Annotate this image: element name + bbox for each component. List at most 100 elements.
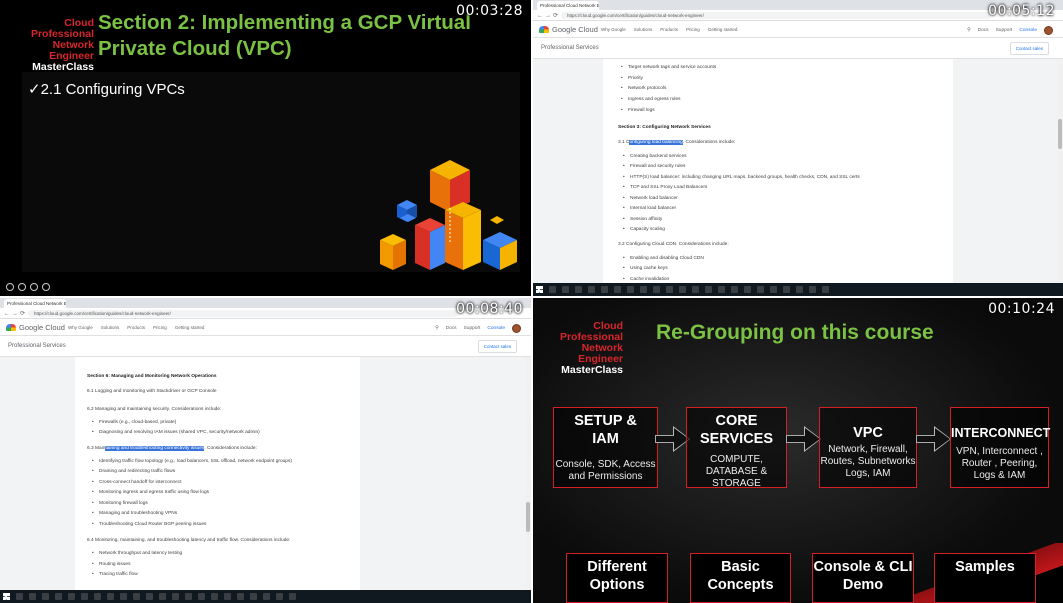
box-interconnect: INTERCONNECT VPN, Interconnect , Router … <box>950 407 1050 488</box>
nav-pricing[interactable]: Pricing <box>153 325 167 330</box>
box-heading: CORE SERVICES <box>699 413 774 447</box>
list-item: Monitoring ingress and egress traffic us… <box>92 490 209 495</box>
list-item: Cache invalidation <box>623 277 669 282</box>
list-item: Ingress and egress rules <box>621 97 680 102</box>
box-subtext: Console, SDK, Access and Permissions <box>555 459 656 482</box>
cloud-logo-icon <box>539 26 549 33</box>
nav-solutions[interactable]: Solutions <box>101 325 120 330</box>
contact-sales-button[interactable]: Contact sales <box>1009 42 1049 55</box>
slide-title: Re-Grouping on this course <box>656 321 934 344</box>
nav-arrows-icon[interactable]: ←→⟳ <box>4 310 27 317</box>
list-item: TCP and SSL Proxy Load Balancers <box>623 185 707 190</box>
browser-tab-bar: Professional Cloud Network Eng <box>0 298 531 308</box>
box-subtext: COMPUTE, DATABASE & STORAGE <box>705 454 768 489</box>
box-subtext: Network, Firewall, Routes, Subnetworks L… <box>820 444 916 479</box>
site-nav: Why Google Solutions Products Pricing Ge… <box>68 325 204 330</box>
scrollbar[interactable] <box>1057 59 1063 283</box>
section-label: Professional Services <box>8 343 66 349</box>
nav-products[interactable]: Products <box>660 27 678 32</box>
player-controls[interactable] <box>6 283 50 293</box>
browser-tab[interactable]: Professional Cloud Network Eng <box>537 1 599 10</box>
highlighted-line: 6.3 Maintaining and troubleshooting conn… <box>87 446 257 451</box>
brand-line-2: Network Engineer <box>49 39 94 62</box>
avatar[interactable] <box>512 324 521 333</box>
slide-title: Section 2: Implementing a GCP Virtual Pr… <box>98 11 471 60</box>
list-item: Diagnosing and resolving IAM issues (sha… <box>92 430 260 435</box>
list-item: Monitoring firewall logs <box>92 501 148 506</box>
docs-link[interactable]: Docs <box>978 28 989 33</box>
nav-arrows-icon[interactable]: ←→⟳ <box>537 12 560 19</box>
logo-text: Google Cloud <box>19 323 65 332</box>
nav-why-google[interactable]: Why Google <box>601 27 626 32</box>
list-item: Network throughput and latency testing <box>92 551 182 556</box>
nav-solutions[interactable]: Solutions <box>634 27 653 32</box>
video-timestamp: 00:10:24 <box>988 301 1055 317</box>
subsection-line: 6.2 Managing and maintaining security. C… <box>87 407 222 412</box>
browser-tab[interactable]: Professional Cloud Network Eng <box>4 299 66 308</box>
box-console-cli-demo: Console & CLI Demo <box>812 553 914 603</box>
contact-sales-button[interactable]: Contact sales <box>477 340 517 353</box>
subsection-line: 6.1 Logging and monitoring with Stackdri… <box>87 389 217 394</box>
nav-getting-started[interactable]: Getting started <box>708 27 738 32</box>
nav-why-google[interactable]: Why Google <box>68 325 93 330</box>
list-item: Network protocols <box>621 86 666 91</box>
list-item: Session affinity <box>623 217 662 222</box>
google-cloud-logo[interactable]: Google Cloud <box>539 25 598 34</box>
browser-panel-section3: 00:05:12 Professional Cloud Network Eng … <box>533 0 1063 296</box>
list-item: Routing issues <box>92 562 131 567</box>
nav-getting-started[interactable]: Getting started <box>175 325 205 330</box>
taskbar-icons <box>549 286 829 293</box>
avatar[interactable] <box>1044 26 1053 35</box>
site-nav: Why Google Solutions Products Pricing Ge… <box>601 27 737 32</box>
box-core-services: CORE SERVICES COMPUTE, DATABASE & STORAG… <box>686 407 787 489</box>
cloud-logo-icon <box>6 324 16 331</box>
console-link[interactable]: Console <box>1019 28 1037 33</box>
box-basic-concepts: Basic Concepts <box>690 553 791 603</box>
nav-pricing[interactable]: Pricing <box>686 27 700 32</box>
arrow-right-icon <box>786 426 821 452</box>
list-item: Firewall logs <box>621 108 655 113</box>
section-label: Professional Services <box>541 45 599 51</box>
subheader: Professional Services Contact sales <box>533 38 1063 59</box>
list-item: Using cache keys <box>623 266 668 271</box>
browser-tab-bar: Professional Cloud Network Eng <box>533 0 1063 10</box>
list-item: Firewall and security rules <box>623 164 686 169</box>
video-panel-section2: 00:03:28 Cloud Professional Network Engi… <box>0 0 531 296</box>
box-samples: Samples <box>934 553 1036 603</box>
subsection-line: 3.2 Configuring Cloud CDN. Consideration… <box>618 242 729 247</box>
logo-text: Google Cloud <box>552 25 598 34</box>
box-subtext: VPN, Interconnect , Router , Peering, Lo… <box>956 446 1043 481</box>
list-item: Creating backend services <box>623 154 686 159</box>
isometric-blocks-illustration <box>380 160 517 270</box>
google-cloud-logo[interactable]: Google Cloud <box>6 323 65 332</box>
site-header: Google Cloud Why Google Solutions Produc… <box>533 21 1063 38</box>
site-header: Google Cloud Why Google Solutions Produc… <box>0 319 531 336</box>
windows-taskbar <box>533 283 1063 296</box>
url-field[interactable]: https://cloud.google.com/certification/g… <box>561 12 991 19</box>
list-item: Enabling and disabling Cloud CDN <box>623 256 704 261</box>
nav-products[interactable]: Products <box>127 325 145 330</box>
windows-start-icon[interactable] <box>536 286 543 293</box>
support-link[interactable]: Support <box>996 28 1013 33</box>
list-item: Capacity scaling <box>623 227 665 232</box>
search-icon[interactable]: ⚲ <box>435 326 439 331</box>
docs-link[interactable]: Docs <box>446 326 457 331</box>
url-field[interactable]: https://cloud.google.com/certification/g… <box>28 310 458 317</box>
subsection-line: 6.4 Monitoring, maintaining, and trouble… <box>87 538 291 543</box>
video-panel-regrouping: 00:10:24 Cloud Professional Network Engi… <box>533 298 1063 603</box>
header-right: ⚲ Docs Support Console <box>435 324 521 333</box>
video-timestamp: 00:08:40 <box>456 301 523 317</box>
slide-bullet: ✓2.1 Configuring VPCs <box>28 81 185 98</box>
video-timestamp: 00:03:28 <box>456 3 523 19</box>
scrollbar[interactable] <box>525 357 531 590</box>
course-brand: Cloud Professional Network Engineer Mast… <box>8 18 94 73</box>
arrow-right-icon <box>655 426 690 452</box>
windows-start-icon[interactable] <box>3 593 10 600</box>
support-link[interactable]: Support <box>464 326 481 331</box>
brand-line-3: MasterClass <box>561 364 623 376</box>
console-link[interactable]: Console <box>487 326 505 331</box>
list-item: Firewalls (e.g., cloud-based, private) <box>92 420 176 425</box>
list-item: Troubleshooting Cloud Router BGP peering… <box>92 522 206 527</box>
search-icon[interactable]: ⚲ <box>967 28 971 33</box>
text-selection: onfiguring load balancing <box>629 140 683 145</box>
